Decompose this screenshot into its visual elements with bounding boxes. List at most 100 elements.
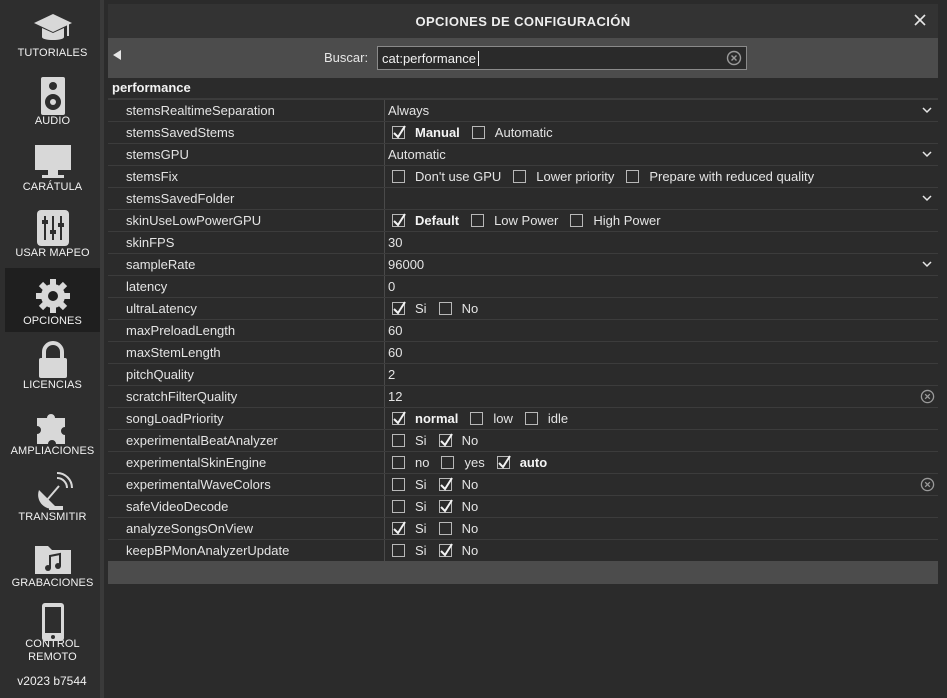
checkbox[interactable] xyxy=(471,214,485,227)
setting-text-field[interactable]: 60 xyxy=(388,342,938,363)
option[interactable]: Si xyxy=(388,430,427,451)
column-divider xyxy=(384,540,385,561)
sidebar-item-audio[interactable]: AUDIO xyxy=(5,68,100,132)
setting-text-field[interactable]: 0 xyxy=(388,276,938,297)
checkbox[interactable] xyxy=(438,477,453,491)
option[interactable]: idle xyxy=(521,408,568,429)
column-divider xyxy=(384,342,385,363)
checkbox[interactable] xyxy=(570,214,584,227)
checkbox[interactable] xyxy=(438,302,452,315)
option[interactable]: Si xyxy=(388,496,427,517)
setting-dropdown[interactable]: Automatic xyxy=(388,144,938,165)
setting-dropdown[interactable]: Always xyxy=(388,100,938,121)
checkbox[interactable] xyxy=(392,213,406,227)
column-divider xyxy=(384,452,385,473)
checkbox[interactable] xyxy=(392,411,406,425)
option[interactable]: auto xyxy=(493,452,547,473)
option[interactable]: yes xyxy=(437,452,485,473)
column-divider xyxy=(384,474,385,495)
setting-value: 0 xyxy=(388,279,396,294)
checkbox[interactable] xyxy=(392,170,405,183)
checkmark-icon xyxy=(393,213,406,227)
checkbox[interactable] xyxy=(438,499,453,513)
checkbox[interactable] xyxy=(392,500,405,513)
close-icon[interactable] xyxy=(912,12,928,28)
option[interactable]: Si xyxy=(388,518,427,539)
checkbox[interactable] xyxy=(392,478,405,491)
checkbox[interactable] xyxy=(438,543,453,557)
option[interactable]: Lower priority xyxy=(509,166,614,187)
sidebar-item-opciones[interactable]: OPCIONES xyxy=(5,268,100,332)
option[interactable]: Prepare with reduced quality xyxy=(622,166,814,187)
sidebar-item-transmitir[interactable]: TRANSMITIR xyxy=(5,464,100,528)
option[interactable]: Automatic xyxy=(468,122,553,143)
checkbox[interactable] xyxy=(392,456,405,469)
column-divider xyxy=(384,144,385,165)
setting-text-field[interactable]: 60 xyxy=(388,320,938,341)
setting-text-field[interactable]: 12 xyxy=(388,386,938,407)
search-input[interactable]: cat:performance xyxy=(377,46,747,70)
setting-dropdown[interactable]: 96000 xyxy=(388,254,938,275)
option-label: No xyxy=(461,543,479,558)
setting-row: maxPreloadLength 60 xyxy=(108,319,938,341)
option[interactable]: No xyxy=(435,518,478,539)
clear-value-icon[interactable] xyxy=(920,477,935,492)
option[interactable]: No xyxy=(435,540,479,561)
setting-name: songLoadPriority xyxy=(126,411,224,426)
checkbox[interactable] xyxy=(513,170,527,183)
option[interactable]: normal xyxy=(388,408,458,429)
checkbox[interactable] xyxy=(441,456,455,469)
checkbox[interactable] xyxy=(470,412,484,425)
sidebar: TUTORIALES AUDIO CARÁTULA USAR MAPEO OPC… xyxy=(0,0,104,698)
sidebar-item-ampliaciones[interactable]: AMPLIACIONES xyxy=(5,398,100,462)
option[interactable]: Don't use GPU xyxy=(388,166,501,187)
option[interactable]: Si xyxy=(388,540,427,561)
option[interactable]: no xyxy=(388,452,429,473)
option-label: High Power xyxy=(593,213,661,228)
option[interactable]: Low Power xyxy=(467,210,558,231)
sidebar-item-label: CARÁTULA xyxy=(22,181,83,193)
checkbox[interactable] xyxy=(392,434,405,447)
checkbox[interactable] xyxy=(392,521,406,535)
clear-search-icon[interactable] xyxy=(726,50,742,66)
checkbox[interactable] xyxy=(524,412,538,425)
setting-dropdown[interactable] xyxy=(388,188,938,209)
option[interactable]: Default xyxy=(388,210,459,231)
back-arrow-icon[interactable] xyxy=(112,49,122,61)
option[interactable]: No xyxy=(435,430,478,451)
checkbox[interactable] xyxy=(392,301,406,315)
sidebar-item-caratula[interactable]: CARÁTULA xyxy=(5,134,100,198)
setting-row: stemsGPU Automatic xyxy=(108,143,938,165)
clear-value-icon[interactable] xyxy=(920,389,935,404)
option[interactable]: No xyxy=(435,496,478,517)
option[interactable]: No xyxy=(435,474,478,495)
option[interactable]: Si xyxy=(388,298,427,319)
option-label: Si xyxy=(415,521,427,536)
setting-text-field[interactable]: 2 xyxy=(388,364,938,385)
option-label: Manual xyxy=(415,125,460,140)
setting-name: stemsSavedStems xyxy=(126,125,235,140)
option[interactable]: Manual xyxy=(388,122,460,143)
option-label: Si xyxy=(415,477,427,492)
sidebar-item-label: LICENCIAS xyxy=(23,379,82,391)
checkbox[interactable] xyxy=(438,522,452,535)
checkbox[interactable] xyxy=(471,126,485,139)
checkbox[interactable] xyxy=(496,455,511,469)
option[interactable]: High Power xyxy=(566,210,661,231)
option[interactable]: Si xyxy=(388,474,427,495)
setting-options: normal low idle xyxy=(388,408,938,429)
sidebar-item-grabaciones[interactable]: GRABACIONES xyxy=(5,530,100,594)
sidebar-item-usar-mapeo[interactable]: USAR MAPEO xyxy=(5,200,100,264)
sidebar-item-tutoriales[interactable]: TUTORIALES xyxy=(5,0,100,64)
sidebar-item-control-remoto[interactable]: CONTROL REMOTO xyxy=(5,600,100,668)
option[interactable]: low xyxy=(466,408,513,429)
checkbox[interactable] xyxy=(392,544,405,557)
setting-name: analyzeSongsOnView xyxy=(126,521,253,536)
checkbox[interactable] xyxy=(626,170,640,183)
setting-row: stemsSavedStems Manual Automatic xyxy=(108,121,938,143)
setting-text-field[interactable]: 30 xyxy=(388,232,938,253)
checkbox[interactable] xyxy=(438,433,453,447)
sidebar-item-licencias[interactable]: LICENCIAS xyxy=(5,332,100,396)
checkbox[interactable] xyxy=(392,125,406,139)
option[interactable]: No xyxy=(435,298,478,319)
